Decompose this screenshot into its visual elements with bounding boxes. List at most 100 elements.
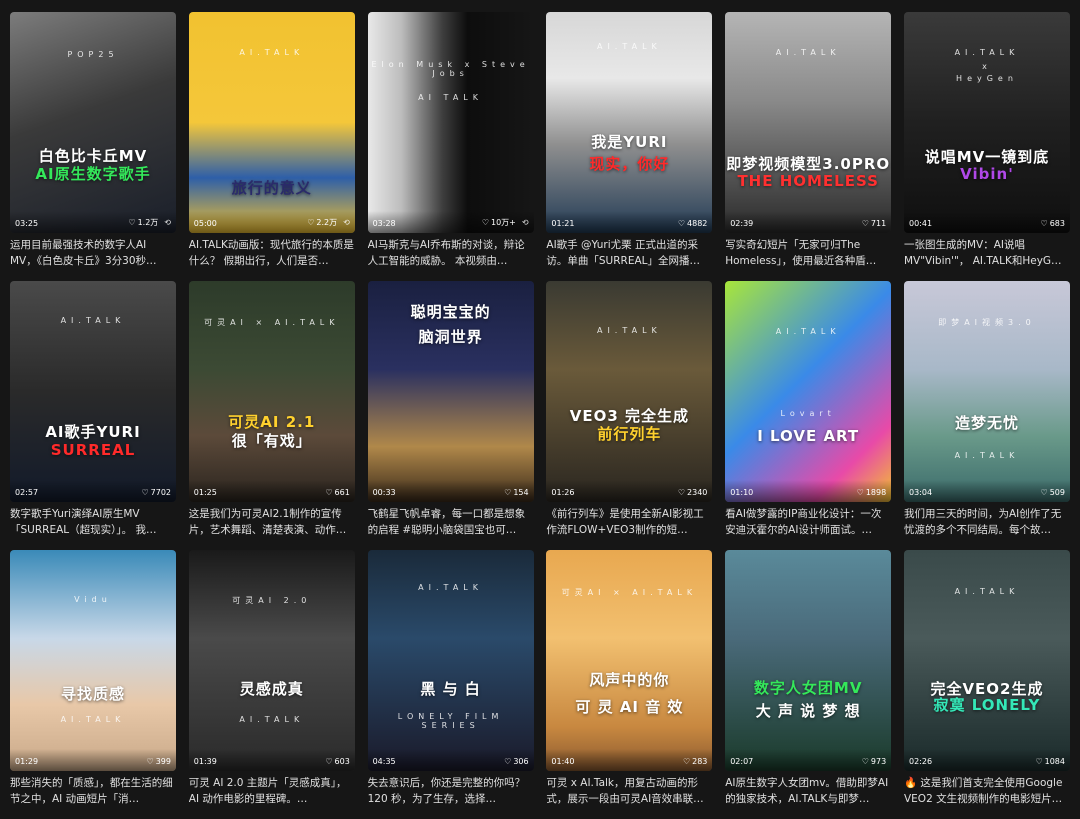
thumbnail-title-text: 大 声 说 梦 想 <box>755 702 861 720</box>
heart-icon: ♡ <box>307 218 315 227</box>
video-duration: 01:21 <box>551 219 575 228</box>
thumbnail-title-text: 现实，你好 <box>589 155 670 173</box>
like-count: ♡ 661 <box>325 488 349 497</box>
thumbnail-brand-text: 可灵AI × AI.TALK <box>561 588 698 597</box>
video-thumbnail[interactable]: AI.TALK 旅行的意义 05:00 ♡ 2.2万 ⟲ <box>188 12 355 233</box>
thumbnail-meta-bar: 00:33 ♡ 154 <box>367 480 534 502</box>
video-card[interactable]: 可灵AI × AI.TALK 可灵AI 2.1 很「有戏」 01:25 ♡ 661 这是我们… <box>188 281 355 550</box>
video-thumbnail[interactable]: AI.TALK 即梦视频模型3.0PRO THE HOMELESS 02:39 ♡ 711 <box>725 12 892 233</box>
video-duration: 03:28 <box>372 219 396 228</box>
video-card[interactable]: 数字人女团MV 大 声 说 梦 想 02:07 ♡ 973 AI原生数字人女团mv。借助即… <box>725 550 892 819</box>
video-description[interactable]: 🔥 这是我们首支完全使用Google VEO2 文生视频制作的电影短片… <box>904 775 1070 807</box>
video-thumbnail[interactable]: Vidu AI.TALK 寻找质感 01:29 ♡ 399 <box>10 550 176 771</box>
video-card[interactable]: 聪明宝宝的 脑洞世界 00:33 ♡ 154 飞鹤星飞帆卓睿，每一口都是想象的启程 #聪明… <box>367 281 534 550</box>
thumbnail-title-text: 寂寞 LONELY <box>933 696 1041 714</box>
thumbnail-title-text: AI歌手YURI <box>45 423 141 441</box>
video-description[interactable]: 飞鹤星飞帆卓睿，每一口都是想象的启程 #聪明小脑袋国宝也可… <box>368 506 534 538</box>
video-description[interactable]: 那些消失的「质感」，都在生活的细节之中，AI 动画短片「消… <box>10 775 176 807</box>
video-thumbnail[interactable]: 聪明宝宝的 脑洞世界 00:33 ♡ 154 <box>367 281 534 502</box>
like-count: ♡ 2.2万 ⟲ <box>307 217 350 228</box>
video-duration: 01:29 <box>15 757 39 766</box>
video-card[interactable]: AI.TALK 旅行的意义 05:00 ♡ 2.2万 ⟲ AI.TALK动画版：现代旅行的本… <box>188 12 355 281</box>
video-description[interactable]: 可灵 AI 2.0 主题片「灵感成真」，AI 动作电影的里程碑。… <box>189 775 355 807</box>
heart-icon: ♡ <box>856 488 864 497</box>
like-count: ♡ 306 <box>504 757 528 766</box>
video-description[interactable]: AI歌手 @Yuri尤栗 正式出道的采访。单曲「SURREAL」全网播… <box>546 237 712 269</box>
thumbnail-brand-text: AI.TALK <box>954 451 1020 460</box>
thumbnail-title-text: 旅行的意义 <box>231 179 312 197</box>
thumbnail-brand-text: AI.TALK <box>954 587 1020 596</box>
like-count-value: 661 <box>334 488 350 497</box>
video-thumbnail[interactable]: AI.TALK 我是YURI 现实，你好 01:21 ♡ 4882 <box>546 12 713 233</box>
like-count-value: 683 <box>1049 219 1065 228</box>
thumbnail-brand-text: AI.TALK <box>596 326 662 335</box>
like-count-value: 306 <box>513 757 529 766</box>
video-description[interactable]: 看AI做梦露的IP商业化设计：一次安迪沃霍尔的AI设计师面试。… <box>725 506 891 538</box>
video-description[interactable]: 失去意识后，你还是完整的你吗？ 120 秒，为了生存，选择… <box>368 775 534 807</box>
video-thumbnail[interactable]: AI.TALK 完全VEO2生成 寂寞 LONELY 02:26 ♡ 1084 <box>903 550 1070 771</box>
video-thumbnail[interactable]: AI.TALK Lovart I LOVE ART 01:10 ♡ 1898 <box>725 281 892 502</box>
video-thumbnail[interactable]: AI.TALK LONELY FILM SERIES 黑 与 白 04:35 ♡ 306 <box>367 550 534 771</box>
video-thumbnail[interactable]: Elon Musk x Steve Jobs AI TALK 03:28 ♡ 10万+ ⟲ <box>367 12 534 233</box>
like-count-value: 1.2万 <box>137 218 159 227</box>
video-card[interactable]: AI.TALK 我是YURI 现实，你好 01:21 ♡ 4882 AI歌手 @Yuri尤栗… <box>546 12 713 281</box>
video-card[interactable]: AI.TALK 即梦视频模型3.0PRO THE HOMELESS 02:39 ♡ 711… <box>725 12 892 281</box>
thumbnail-meta-bar: 00:41 ♡ 683 <box>903 211 1070 233</box>
video-card[interactable]: POP25 白色比卡丘MV AI原生数字歌手 03:25 ♡ 1.2万 ⟲ 运用目前最强技术的… <box>10 12 176 281</box>
video-thumbnail[interactable]: AI.TALK VEO3 完全生成 前行列车 01:26 ♡ 2340 <box>546 281 713 502</box>
video-description[interactable]: AI马斯克与AI乔布斯的对谈，辩论人工智能的威胁。 本视频由… <box>368 237 534 269</box>
thumbnail-title-text: 我是YURI <box>591 133 668 151</box>
video-description[interactable]: 这是我们为可灵AI2.1制作的宣传片，艺术舞蹈、清楚表演、动作… <box>189 506 355 538</box>
video-duration: 02:57 <box>15 488 39 497</box>
video-description[interactable]: 一张图生成的MV：AI说唱MV"Vibin'"， AI.TALK和HeyG… <box>904 237 1070 269</box>
video-description[interactable]: 可灵 x AI.Talk，用复古动画的形式，展示一段由可灵AI音效串联… <box>546 775 712 807</box>
video-thumbnail[interactable]: AI.TALK AI歌手YURI SURREAL 02:57 ♡ 7702 <box>10 281 176 502</box>
like-count-value: 154 <box>513 488 529 497</box>
thumbnail-brand-text: 可灵AI × AI.TALK <box>204 318 340 327</box>
thumbnail-title-text: Vibin' <box>960 165 1014 183</box>
video-card[interactable]: 可灵AI × AI.TALK 风声中的你可 灵 AI 音 效 01:40 ♡ 283 可灵… <box>546 550 713 819</box>
video-card[interactable]: AI.TALK VEO3 完全生成 前行列车 01:26 ♡ 2340 《前行列车》是使用全… <box>546 281 713 550</box>
video-description[interactable]: 《前行列车》是使用全新AI影视工作流FLOW+VEO3制作的短… <box>546 506 712 538</box>
thumbnail-brand-text: 可灵AI 2.0 <box>232 596 312 605</box>
thumbnail-meta-bar: 01:40 ♡ 283 <box>546 749 713 771</box>
video-card[interactable]: 即梦AI视频3.0 AI.TALK 造梦无忧 03:04 ♡ 509 我们用三天的时间，为A… <box>903 281 1070 550</box>
video-card[interactable]: Elon Musk x Steve Jobs AI TALK 03:28 ♡ 10万+ ⟲… <box>367 12 534 281</box>
video-description[interactable]: AI原生数字人女团mv。借助即梦AI的独家技术，AI.TALK与即梦… <box>725 775 891 807</box>
thumbnail-brand-text: AI TALK <box>418 93 483 102</box>
video-thumbnail[interactable]: 可灵AI × AI.TALK 可灵AI 2.1 很「有戏」 01:25 ♡ 661 <box>188 281 355 502</box>
video-card[interactable]: AI.TALK LONELY FILM SERIES 黑 与 白 04:35 ♡ 306 失… <box>367 550 534 819</box>
video-description[interactable]: 我们用三天的时间，为AI创作了无忧渡的多个不同结局。每个故… <box>904 506 1070 538</box>
video-description[interactable]: 数字歌手Yuri演绎AI原生MV 「SURREAL（超现实）」。 我… <box>10 506 176 538</box>
video-card[interactable]: AI.TALK Lovart I LOVE ART 01:10 ♡ 1898 看AI做梦露的… <box>725 281 892 550</box>
thumbnail-brand-text: Vidu <box>74 595 112 604</box>
thumbnail-brand-text: LONELY FILM SERIES <box>397 712 504 730</box>
video-description[interactable]: 写实奇幻短片「无家可归The Homeless」，使用最近各种盾… <box>725 237 891 269</box>
heart-icon: ♡ <box>1035 757 1043 766</box>
heart-icon: ♡ <box>481 218 489 227</box>
video-thumbnail[interactable]: 即梦AI视频3.0 AI.TALK 造梦无忧 03:04 ♡ 509 <box>903 281 1070 502</box>
video-thumbnail[interactable]: POP25 白色比卡丘MV AI原生数字歌手 03:25 ♡ 1.2万 ⟲ <box>10 12 176 233</box>
video-card[interactable]: Vidu AI.TALK 寻找质感 01:29 ♡ 399 那些消失的「质感」，都在生活的细… <box>10 550 176 819</box>
thumbnail-title-text: SURREAL <box>50 441 136 459</box>
thumbnail-meta-bar: 02:26 ♡ 1084 <box>903 749 1070 771</box>
heart-icon: ♡ <box>141 488 149 497</box>
thumbnail-title-text: 前行列车 <box>597 425 662 443</box>
thumbnail-brand-text: 即梦AI视频3.0 <box>938 318 1036 327</box>
thumbnail-brand-text: AI.TALK <box>239 48 305 57</box>
video-thumbnail[interactable]: 数字人女团MV 大 声 说 梦 想 02:07 ♡ 973 <box>725 550 892 771</box>
video-card[interactable]: AI.TALK x HeyGen 说唱MV一镜到底 Vibin' 00:41 ♡ 683 一张图… <box>903 12 1070 281</box>
video-thumbnail[interactable]: 可灵AI × AI.TALK 风声中的你可 灵 AI 音 效 01:40 ♡ 283 <box>546 550 713 771</box>
video-card[interactable]: AI.TALK 完全VEO2生成 寂寞 LONELY 02:26 ♡ 1084 🔥 这是我们… <box>903 550 1070 819</box>
video-description[interactable]: 运用目前最强技术的数字人AI MV，《白色皮卡丘》3分30秒… <box>10 237 176 269</box>
repost-icon: ⟲ <box>164 218 171 227</box>
heart-icon: ♡ <box>861 757 869 766</box>
thumbnail-title-text: 黑 与 白 <box>420 680 481 698</box>
video-thumbnail[interactable]: AI.TALK x HeyGen 说唱MV一镜到底 Vibin' 00:41 ♡ 683 <box>903 12 1070 233</box>
like-count: ♡ 283 <box>683 757 707 766</box>
video-duration: 02:39 <box>730 219 754 228</box>
video-thumbnail[interactable]: 可灵AI 2.0 AI.TALK 灵感成真 01:39 ♡ 603 <box>188 550 355 771</box>
video-description[interactable]: AI.TALK动画版：现代旅行的本质是什么？ 假期出行，人们是否… <box>189 237 355 269</box>
video-card[interactable]: AI.TALK AI歌手YURI SURREAL 02:57 ♡ 7702 数字歌手Yuri… <box>10 281 176 550</box>
video-card[interactable]: 可灵AI 2.0 AI.TALK 灵感成真 01:39 ♡ 603 可灵 AI 2.0 主题… <box>188 550 355 819</box>
